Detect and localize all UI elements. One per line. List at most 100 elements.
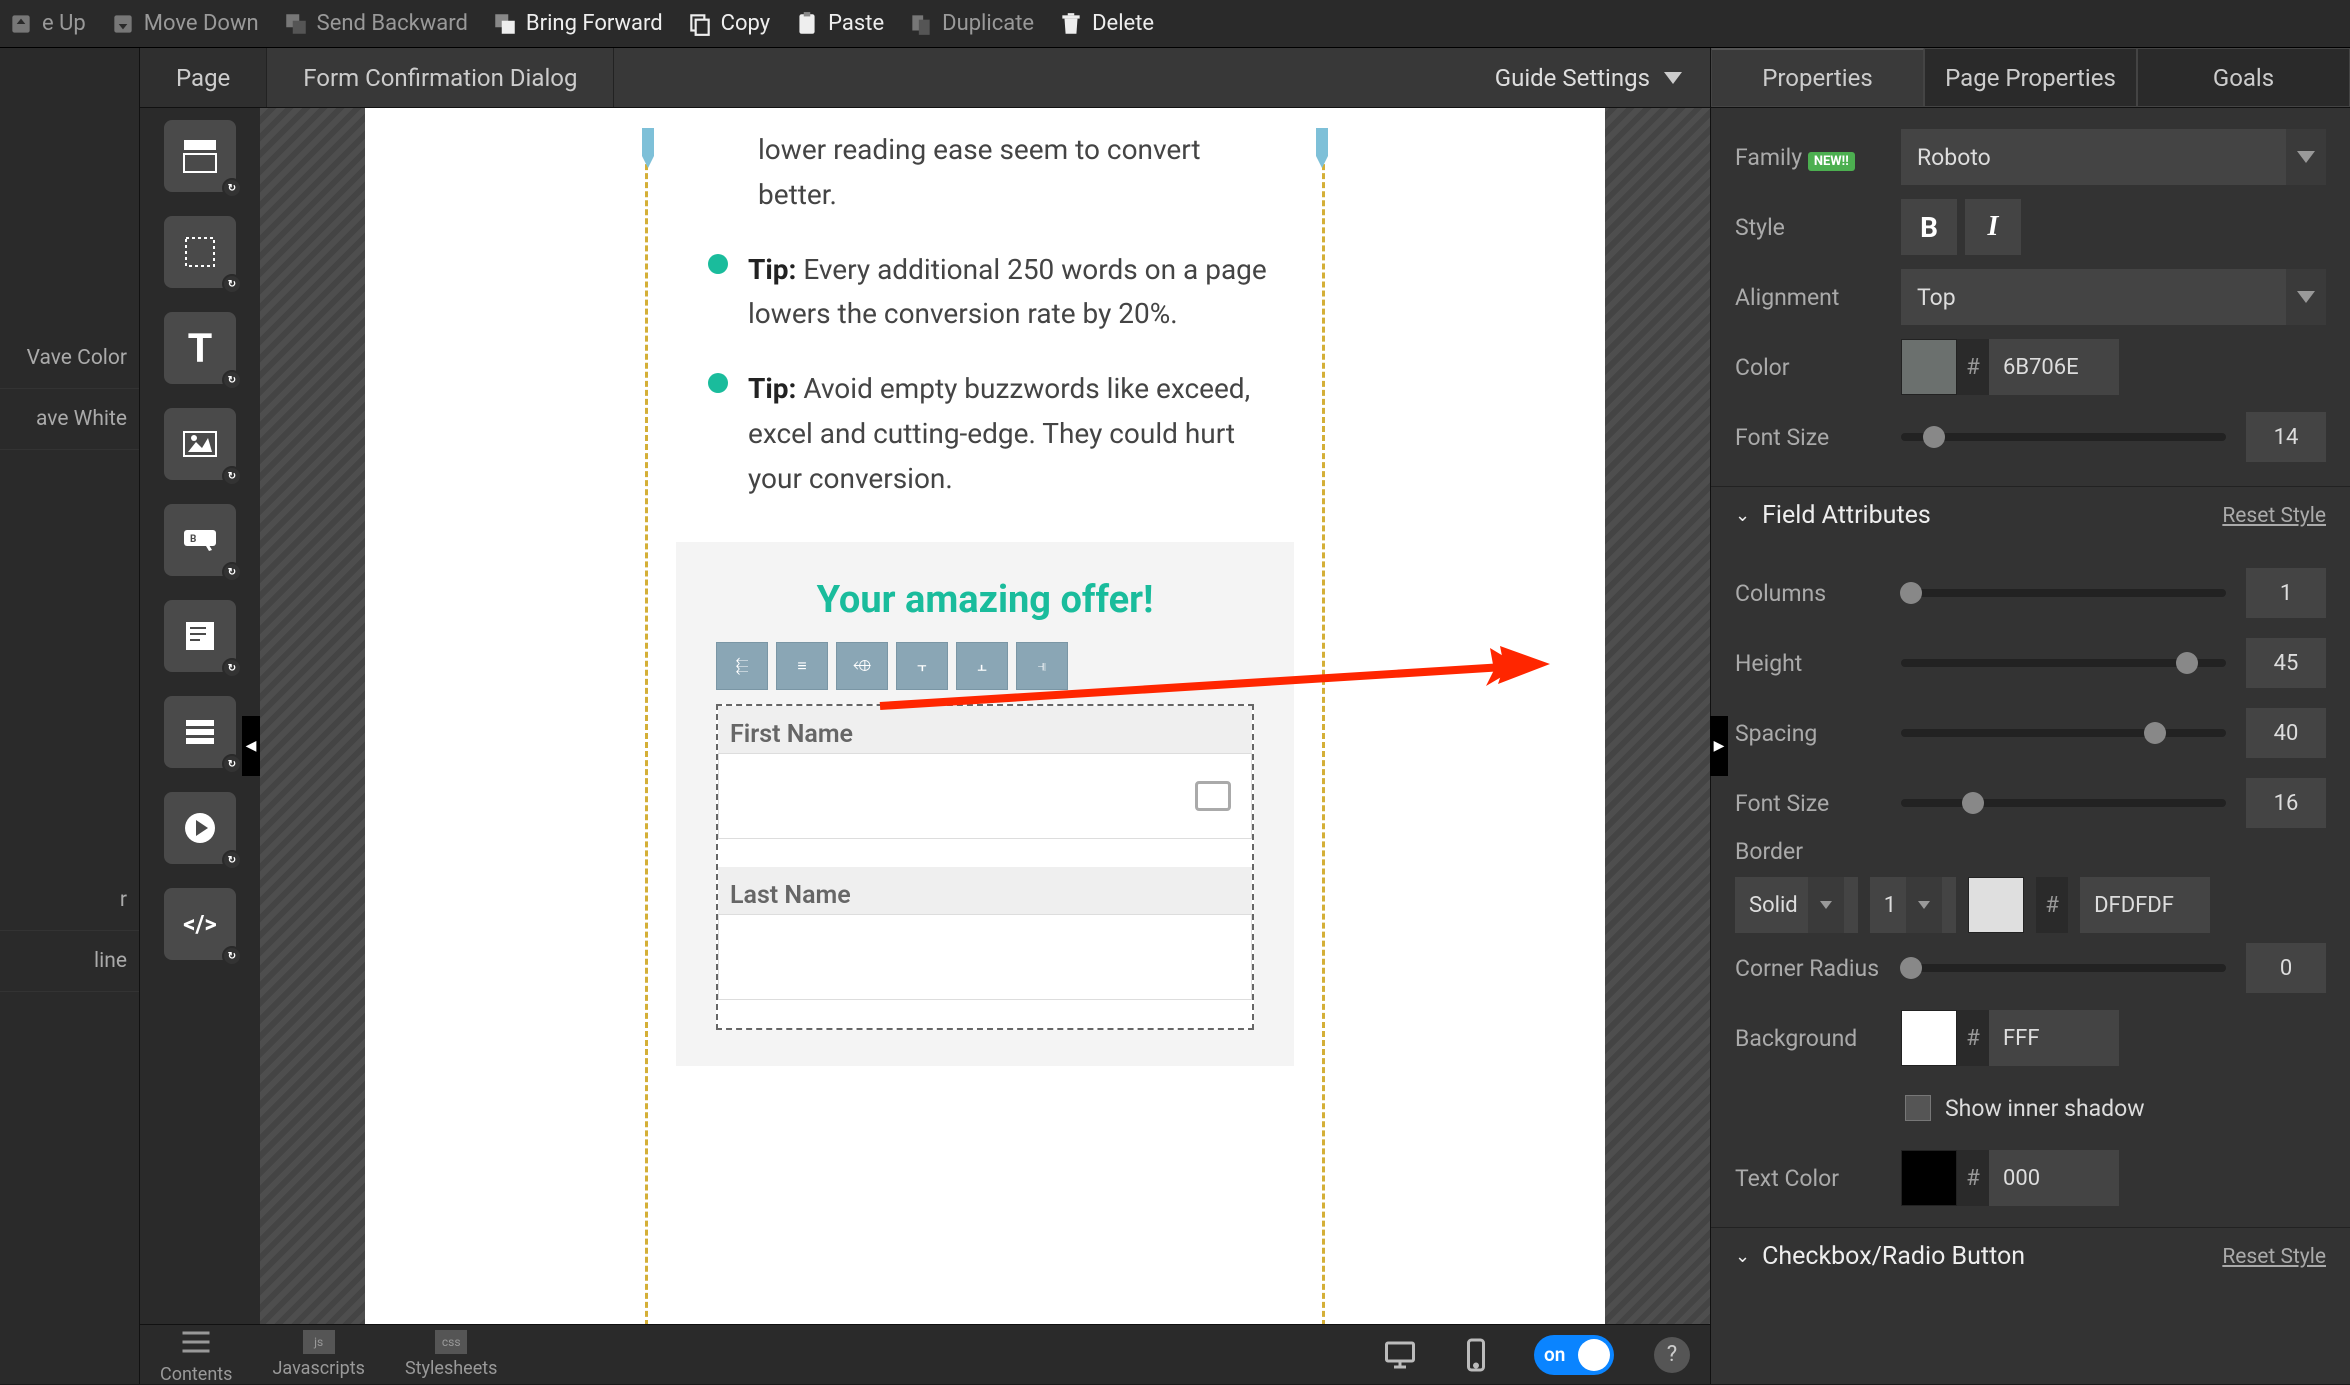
reset-style-link[interactable]: Reset Style — [2222, 1245, 2326, 1269]
field-attributes-header[interactable]: ⌄ Field Attributes Reset Style — [1711, 486, 2350, 544]
move-up-button[interactable]: e Up — [8, 11, 86, 37]
desktop-icon[interactable] — [1382, 1337, 1418, 1373]
fontsize-slider[interactable] — [1901, 433, 2226, 441]
font-family-select[interactable]: Roboto — [1901, 129, 2326, 185]
left-item-wave-color[interactable]: Vave Color — [0, 328, 139, 389]
corner-value[interactable]: 0 — [2246, 943, 2326, 993]
collapse-left-button[interactable]: ◀ — [242, 716, 260, 776]
align-center-h-button[interactable]: ≡ — [776, 642, 828, 690]
field-fontsize-value[interactable]: 16 — [2246, 778, 2326, 828]
border-label: Border — [1735, 838, 1885, 865]
alignment-select[interactable]: Top — [1901, 269, 2326, 325]
widget-text-button[interactable]: T↻ — [164, 312, 236, 384]
checkbox-icon — [1905, 1095, 1931, 1121]
copy-button[interactable]: Copy — [687, 11, 771, 37]
spacing-slider[interactable] — [1901, 729, 2226, 737]
align-top-button[interactable]: ⫟ — [896, 642, 948, 690]
bold-button[interactable]: B — [1901, 199, 1957, 255]
align-right-button[interactable]: ⬲ — [836, 642, 888, 690]
collapse-right-button[interactable]: ▶ — [1710, 716, 1728, 776]
align-center-v-button[interactable]: ⫠ — [956, 642, 1008, 690]
field-fontsize-slider[interactable] — [1901, 799, 2226, 807]
tab-page-properties[interactable]: Page Properties — [1924, 48, 2137, 107]
border-hex-input[interactable] — [2080, 877, 2210, 933]
tip-item: Tip: Avoid empty buzzwords like exceed, … — [708, 367, 1282, 501]
delete-button[interactable]: Delete — [1058, 11, 1154, 37]
paste-button[interactable]: Paste — [794, 11, 884, 37]
text-color-hex-input[interactable] — [1989, 1150, 2119, 1206]
send-backward-button[interactable]: Send Backward — [283, 11, 468, 37]
height-slider[interactable] — [1901, 659, 2226, 667]
corner-slider[interactable] — [1901, 964, 2226, 972]
tab-goals[interactable]: Goals — [2137, 48, 2350, 107]
columns-slider[interactable] — [1901, 589, 2226, 597]
border-style-select[interactable]: Solid — [1735, 877, 1858, 933]
left-item-line[interactable]: line — [0, 931, 139, 992]
color-swatch[interactable] — [1901, 339, 1957, 395]
tab-form-dialog[interactable]: Form Confirmation Dialog — [267, 48, 614, 107]
columns-label: Columns — [1735, 580, 1885, 607]
duplicate-button[interactable]: Duplicate — [908, 11, 1034, 37]
inner-shadow-checkbox[interactable]: Show inner shadow — [1905, 1095, 2145, 1122]
background-label: Background — [1735, 1025, 1885, 1052]
image-icon — [180, 424, 220, 464]
widget-box-button[interactable]: ↻ — [164, 216, 236, 288]
stylesheets-tab[interactable]: cssStylesheets — [405, 1330, 498, 1379]
page-canvas[interactable]: lower reading ease seem to convert bette… — [365, 108, 1605, 1324]
widget-list-button[interactable]: ↻ — [164, 696, 236, 768]
contents-tab[interactable]: Contents — [160, 1324, 232, 1385]
last-name-input[interactable] — [718, 914, 1252, 1000]
left-item-wave-white[interactable]: ave White — [0, 389, 139, 450]
copy-icon — [687, 11, 713, 37]
widget-video-button[interactable]: ↻ — [164, 792, 236, 864]
height-label: Height — [1735, 650, 1885, 677]
left-item-r[interactable]: r — [0, 870, 139, 931]
checkbox-radio-header[interactable]: ⌄ Checkbox/Radio Button Reset Style — [1711, 1227, 2350, 1285]
bring-forward-button[interactable]: Bring Forward — [492, 11, 663, 37]
tab-page[interactable]: Page — [140, 48, 267, 107]
color-hex-input[interactable] — [1989, 339, 2119, 395]
columns-value[interactable]: 1 — [2246, 568, 2326, 618]
fontsize-label: Font Size — [1735, 424, 1885, 451]
bg-swatch[interactable] — [1901, 1010, 1957, 1066]
height-value[interactable]: 45 — [2246, 638, 2326, 688]
form-card[interactable]: Your amazing offer! ⬱ ≡ ⬲ ⫟ ⫠ ⫣ First Na… — [676, 542, 1294, 1066]
tab-properties[interactable]: Properties — [1711, 48, 1924, 107]
fontsize-value[interactable]: 14 — [2246, 412, 2326, 462]
widget-button-button[interactable]: B↻ — [164, 504, 236, 576]
trash-icon — [1058, 11, 1084, 37]
chevron-down-icon — [2286, 129, 2326, 185]
spacing-value[interactable]: 40 — [2246, 708, 2326, 758]
mobile-icon[interactable] — [1458, 1337, 1494, 1373]
align-left-button[interactable]: ⬱ — [716, 642, 768, 690]
arrow-down-icon — [110, 11, 136, 37]
alignment-label: Alignment — [1735, 284, 1885, 311]
preview-toggle[interactable]: on — [1534, 1335, 1614, 1375]
new-badge: NEW!! — [1808, 152, 1855, 171]
text-color-swatch[interactable] — [1901, 1150, 1957, 1206]
paste-icon — [794, 11, 820, 37]
border-color-swatch[interactable] — [1968, 877, 2024, 933]
widget-section-button[interactable]: ↻ — [164, 120, 236, 192]
chevron-down-icon — [2286, 269, 2326, 325]
border-width-select[interactable]: 1 — [1870, 877, 1956, 933]
form-fields-selection[interactable]: First Name Last Name — [716, 704, 1254, 1030]
style-label: Style — [1735, 214, 1885, 241]
guide-settings-button[interactable]: Guide Settings — [1467, 64, 1710, 92]
widget-form-button[interactable]: ↻ — [164, 600, 236, 672]
widget-image-button[interactable]: ↻ — [164, 408, 236, 480]
italic-button[interactable]: I — [1965, 199, 2021, 255]
align-bottom-button[interactable]: ⫣ — [1016, 642, 1068, 690]
help-button[interactable]: ? — [1654, 1337, 1690, 1373]
javascripts-tab[interactable]: jsJavascripts — [272, 1330, 364, 1379]
bg-hex-input[interactable] — [1989, 1010, 2119, 1066]
move-down-button[interactable]: Move Down — [110, 11, 259, 37]
spacing-label: Spacing — [1735, 720, 1885, 747]
left-panel: Vave Color ave White r line — [0, 48, 140, 1384]
text-color-label: Text Color — [1735, 1165, 1885, 1192]
first-name-input[interactable] — [718, 753, 1252, 839]
tip-item: Tip: Every additional 250 words on a pag… — [708, 248, 1282, 338]
reset-style-link[interactable]: Reset Style — [2222, 504, 2326, 528]
canvas[interactable]: ◀ ▶ lower reading ease seem to convert b… — [260, 108, 1710, 1324]
widget-code-button[interactable]: </>↻ — [164, 888, 236, 960]
